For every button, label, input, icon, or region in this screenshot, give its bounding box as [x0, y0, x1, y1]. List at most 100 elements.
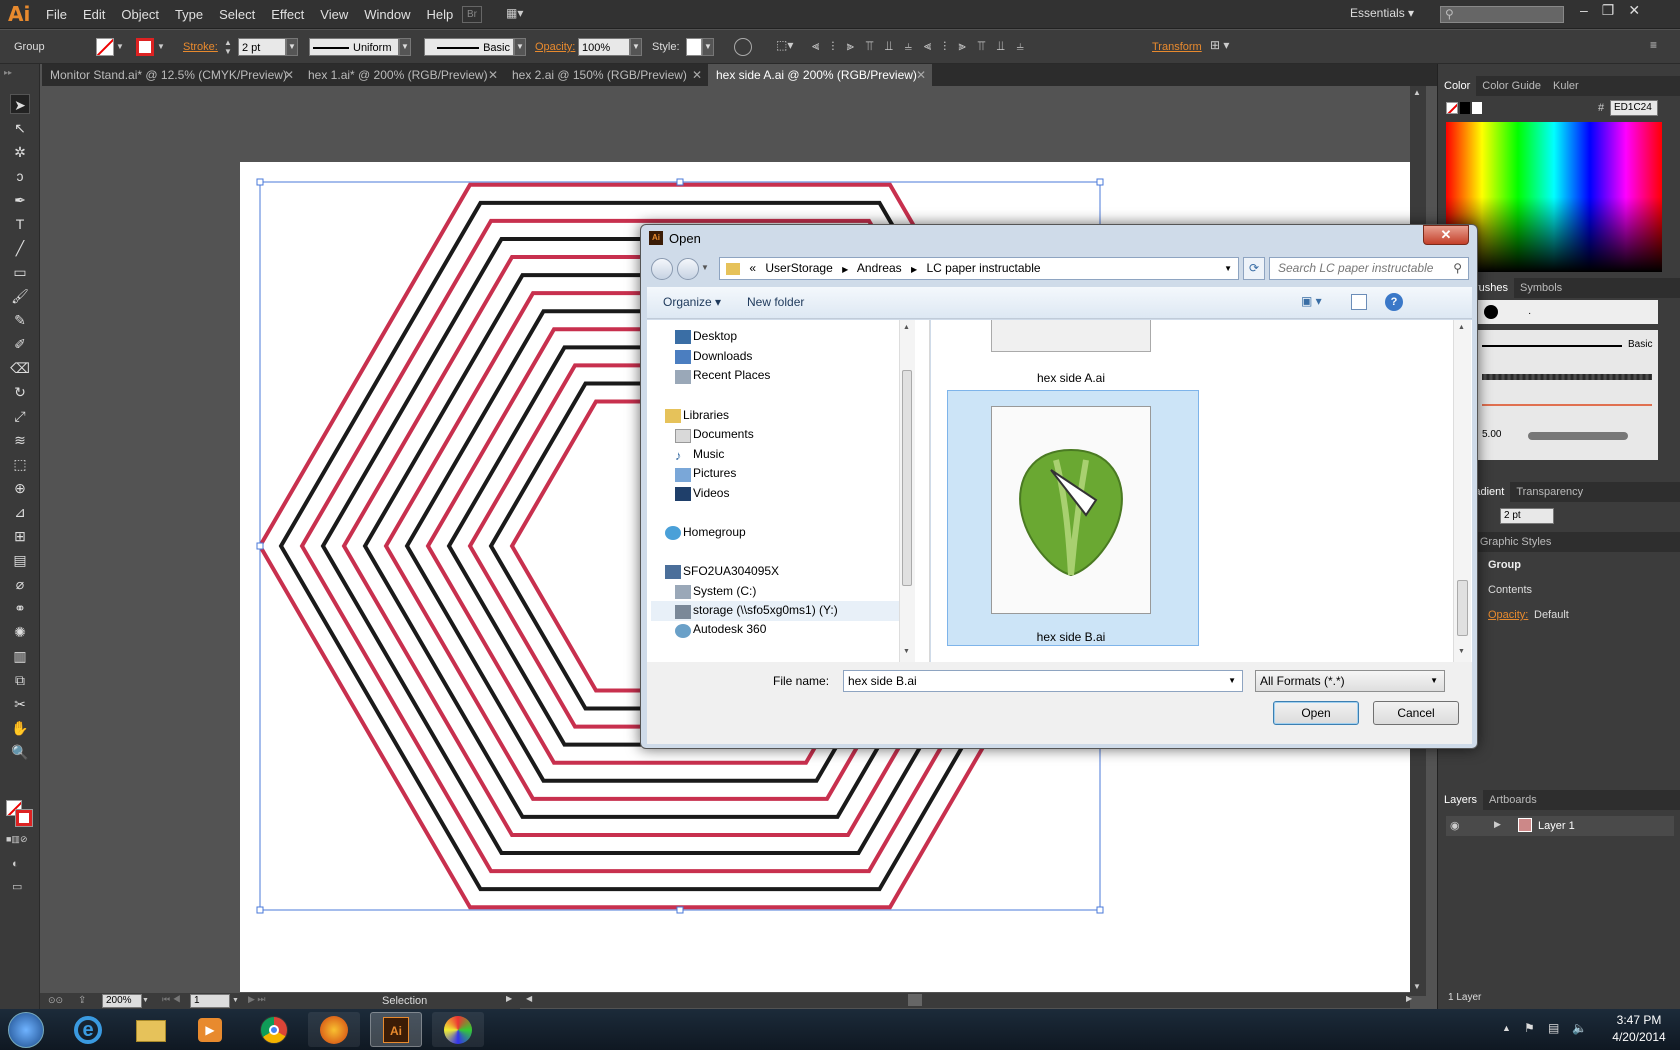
breadcrumb-userstorage[interactable]: UserStorage — [765, 261, 832, 275]
firefox-icon[interactable] — [308, 1012, 360, 1047]
file-type-select[interactable]: All Formats (*.*) ▼ — [1255, 670, 1445, 692]
scroll-right-icon[interactable]: ▶ — [1406, 994, 1412, 1003]
nav-homegroup[interactable]: Homegroup — [683, 525, 746, 539]
file-name-input[interactable]: hex side B.ai ▼ — [843, 670, 1243, 692]
file-name-dropdown-icon[interactable]: ▼ — [1228, 671, 1236, 691]
selection-handle[interactable] — [256, 906, 264, 914]
current-tool-label[interactable]: Selection — [382, 995, 427, 1007]
cancel-button[interactable]: Cancel — [1373, 701, 1459, 725]
nav-documents[interactable]: Documents — [693, 427, 754, 441]
expand-layer-icon[interactable]: ▶ — [1494, 819, 1501, 830]
new-folder-button[interactable]: New folder — [747, 295, 804, 309]
start-button[interactable] — [8, 1012, 44, 1048]
artboard-dropdown-icon[interactable]: ▼ — [232, 994, 242, 1008]
file-name-b[interactable]: hex side B.ai — [991, 630, 1151, 644]
none-swatch-icon[interactable] — [1446, 102, 1458, 114]
navigation-pane[interactable]: Desktop Downloads Recent Places Librarie… — [647, 320, 930, 662]
last-artboard-icon[interactable]: ▶ ⏭ — [248, 994, 266, 1005]
file-scrollbar[interactable]: ▲ ▼ — [1453, 320, 1471, 662]
tab-color[interactable]: Color — [1438, 76, 1477, 96]
artboard-field[interactable]: 1 — [190, 994, 230, 1008]
tab-symbols[interactable]: Symbols — [1514, 278, 1568, 298]
recent-dropdown-icon[interactable]: ▼ — [701, 263, 709, 272]
selection-handle[interactable] — [256, 178, 264, 186]
selection-handle[interactable] — [676, 178, 684, 186]
nav-scroll-thumb[interactable] — [902, 370, 912, 586]
scroll-up-icon[interactable]: ▲ — [1413, 88, 1421, 97]
breadcrumb-separator-icon[interactable]: ▶ — [911, 265, 917, 274]
stroke-weight-panel-field[interactable]: 2 pt — [1500, 508, 1554, 524]
file-list[interactable]: hex side A.ai hex side B.ai ▲ ▼ — [931, 320, 1472, 662]
search-icon[interactable]: ⚲ — [1453, 258, 1462, 279]
file-type-dropdown-icon[interactable]: ▼ — [1430, 671, 1438, 691]
dialog-search-input[interactable]: Search LC paper instructable ⚲ — [1269, 257, 1469, 280]
back-button[interactable] — [651, 258, 673, 280]
status-icon[interactable]: ⊙⊙ — [48, 995, 70, 1007]
appearance-contents[interactable]: Contents — [1488, 584, 1532, 596]
scroll-up-icon[interactable]: ▲ — [903, 324, 910, 331]
nav-downloads[interactable]: Downloads — [693, 349, 752, 363]
nav-music[interactable]: Music — [693, 447, 724, 461]
clock-date[interactable]: 4/20/2014 — [1604, 1030, 1674, 1044]
white-swatch[interactable] — [1472, 102, 1482, 114]
nav-videos[interactable]: Videos — [693, 486, 729, 500]
black-swatch[interactable] — [1460, 102, 1470, 114]
zoom-field[interactable]: 200% — [102, 994, 142, 1008]
tab-color-guide[interactable]: Color Guide — [1476, 76, 1547, 96]
brush-small-icon[interactable]: · — [1528, 308, 1531, 319]
breadcrumb-separator-icon[interactable]: ▶ — [842, 265, 848, 274]
nav-pictures[interactable]: Pictures — [693, 466, 736, 480]
share-icon[interactable]: ⇪ — [78, 995, 86, 1006]
scroll-down-icon[interactable]: ▼ — [903, 648, 910, 655]
illustrator-taskbar-icon[interactable]: Ai — [370, 1012, 422, 1047]
refresh-icon[interactable]: ⟳ — [1243, 257, 1265, 280]
breadcrumb-current[interactable]: LC paper instructable — [926, 261, 1040, 275]
explorer-icon[interactable] — [124, 1012, 176, 1047]
horizontal-scrollbar[interactable]: ◀ ▶ — [520, 993, 1412, 1008]
layer-name[interactable]: Layer 1 — [1538, 820, 1575, 832]
selection-handle[interactable] — [1096, 178, 1104, 186]
hex-color-field[interactable]: ED1C24 — [1610, 100, 1658, 116]
tab-kuler[interactable]: Kuler — [1547, 76, 1585, 96]
nav-storage-drive[interactable]: storage (\\sfo5xg0ms1) (Y:) — [693, 603, 838, 617]
action-center-icon[interactable]: ⚑ — [1524, 1021, 1535, 1035]
help-icon[interactable]: ? — [1385, 293, 1403, 311]
paint-icon[interactable] — [432, 1012, 484, 1047]
open-button[interactable]: Open — [1273, 701, 1359, 725]
nav-autodesk[interactable]: Autodesk 360 — [693, 622, 766, 636]
preview-pane-icon[interactable] — [1351, 294, 1367, 310]
volume-icon[interactable]: 🔈 — [1572, 1021, 1587, 1035]
media-player-icon[interactable]: ▶ — [184, 1012, 236, 1047]
show-hidden-icons[interactable]: ▲ — [1502, 1023, 1511, 1033]
nav-desktop[interactable]: Desktop — [693, 329, 737, 343]
ie-icon[interactable]: e — [62, 1012, 114, 1047]
file-thumbnail-a[interactable] — [991, 320, 1151, 352]
color-spectrum[interactable] — [1446, 122, 1662, 272]
tab-graphic-styles[interactable]: Graphic Styles — [1474, 532, 1558, 552]
selection-handle[interactable] — [256, 542, 264, 550]
selection-handle[interactable] — [1096, 906, 1104, 914]
file-scroll-thumb[interactable] — [1457, 580, 1468, 636]
change-view-icon[interactable]: ▣ ▾ — [1301, 294, 1331, 310]
file-name-a[interactable]: hex side A.ai — [991, 371, 1151, 385]
chrome-icon[interactable] — [248, 1012, 300, 1047]
network-icon[interactable]: ▤ — [1548, 1021, 1559, 1035]
tab-transparency[interactable]: Transparency — [1510, 482, 1589, 502]
breadcrumb-andreas[interactable]: Andreas — [857, 261, 902, 275]
scroll-up-icon[interactable]: ▲ — [1458, 324, 1465, 331]
organize-button[interactable]: Organize ▾ — [663, 295, 721, 309]
tab-artboards[interactable]: Artboards — [1483, 790, 1543, 810]
appearance-opacity-label[interactable]: Opacity: — [1488, 609, 1528, 621]
selection-handle[interactable] — [676, 906, 684, 914]
nav-computer[interactable]: SFO2UA304095X — [683, 564, 779, 578]
brush-round-icon[interactable] — [1484, 305, 1498, 319]
scroll-down-icon[interactable]: ▼ — [1413, 982, 1421, 991]
nav-scrollbar[interactable]: ▲ ▼ — [899, 320, 915, 662]
tab-layers[interactable]: Layers — [1438, 790, 1484, 810]
nav-libraries[interactable]: Libraries — [683, 408, 729, 422]
scroll-thumb[interactable] — [908, 994, 922, 1006]
zoom-dropdown-icon[interactable]: ▼ — [142, 994, 152, 1008]
address-bar[interactable]: « UserStorage ▶ Andreas ▶ LC paper instr… — [719, 257, 1239, 280]
scroll-left-icon[interactable]: ◀ — [526, 994, 532, 1003]
status-menu-icon[interactable]: ▶ — [506, 994, 512, 1003]
